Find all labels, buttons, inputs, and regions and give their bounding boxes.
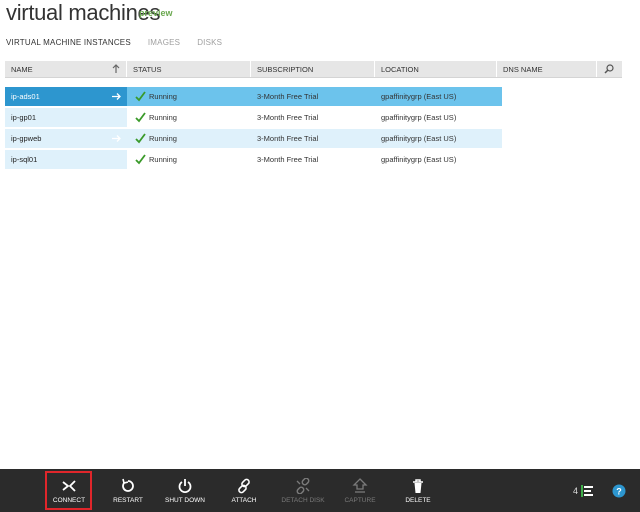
- restart-button[interactable]: RESTART: [110, 469, 146, 512]
- preview-badge: preview: [139, 8, 173, 18]
- tab-bar: VIRTUAL MACHINE INSTANCES IMAGES DISKS: [6, 38, 222, 47]
- status-text: Running: [149, 113, 177, 122]
- tab-images[interactable]: IMAGES: [148, 38, 180, 47]
- check-icon: [135, 91, 146, 102]
- vm-name-cell[interactable]: ip-gp01: [5, 108, 127, 127]
- trash-icon: [413, 479, 423, 493]
- row-details: Running 3-Month Free Trial gpaffinitygrp…: [127, 129, 502, 148]
- vm-name-cell[interactable]: ip-sql01: [5, 150, 127, 169]
- column-header-location[interactable]: LOCATION: [375, 61, 497, 77]
- row-details: Running 3-Month Free Trial gpaffinitygrp…: [127, 87, 502, 106]
- subscription-text: 3-Month Free Trial: [257, 155, 319, 164]
- item-count: 4: [573, 486, 579, 496]
- check-icon: [135, 112, 146, 123]
- connect-button[interactable]: CONNECT: [48, 469, 90, 512]
- column-header-dns-name[interactable]: DNS NAME: [497, 61, 597, 77]
- page-title: virtual machines: [6, 0, 161, 25]
- arrow-right-icon[interactable]: [111, 91, 122, 102]
- command-bar: CONNECT RESTART SHUT DOWN ATTACH DETACH …: [0, 469, 640, 512]
- check-icon: [135, 133, 146, 144]
- vm-name: ip-ads01: [11, 92, 40, 101]
- table-row[interactable]: ip-ads01 Running 3-Month Free Trial gpaf…: [5, 87, 502, 106]
- detach-disk-button[interactable]: DETACH DISK: [278, 469, 328, 512]
- column-header-label: SUBSCRIPTION: [257, 65, 314, 74]
- check-icon: [135, 154, 146, 165]
- row-details: Running 3-Month Free Trial gpaffinitygrp…: [127, 108, 502, 127]
- power-icon: [178, 479, 192, 493]
- delete-label: DELETE: [405, 497, 431, 504]
- tab-virtual-machine-instances[interactable]: VIRTUAL MACHINE INSTANCES: [6, 38, 131, 47]
- location-text: gpaffinitygrp (East US): [381, 92, 457, 101]
- list-icon[interactable]: [580, 484, 594, 498]
- connect-icon: [62, 480, 76, 492]
- vm-name-cell[interactable]: ip-gpweb: [5, 129, 127, 148]
- vm-name: ip-gp01: [11, 113, 37, 122]
- attach-button[interactable]: ATTACH: [226, 469, 262, 512]
- arrow-right-icon[interactable]: [111, 133, 122, 144]
- table-row[interactable]: ip-sql01 Running 3-Month Free Trial gpaf…: [5, 150, 502, 169]
- column-header-label: STATUS: [133, 65, 162, 74]
- status-text: Running: [149, 155, 177, 164]
- subscription-text: 3-Month Free Trial: [257, 92, 319, 101]
- table-row[interactable]: ip-gpweb Running 3-Month Free Trial gpaf…: [5, 129, 502, 148]
- detach-disk-label: DETACH DISK: [281, 497, 325, 504]
- column-header-subscription[interactable]: SUBSCRIPTION: [251, 61, 375, 77]
- svg-text:?: ?: [616, 487, 622, 497]
- connect-label: CONNECT: [52, 497, 86, 504]
- vm-name-cell[interactable]: ip-ads01: [5, 87, 127, 106]
- status-text: Running: [149, 134, 177, 143]
- link-icon: [238, 478, 250, 494]
- column-header-label: NAME: [11, 65, 33, 74]
- restart-icon: [122, 478, 134, 492]
- status-text: Running: [149, 92, 177, 101]
- attach-label: ATTACH: [231, 497, 257, 504]
- row-details: Running 3-Month Free Trial gpaffinitygrp…: [127, 150, 502, 169]
- vm-name: ip-gpweb: [11, 134, 42, 143]
- subscription-text: 3-Month Free Trial: [257, 134, 319, 143]
- location-text: gpaffinitygrp (East US): [381, 113, 457, 122]
- shut-down-label: SHUT DOWN: [165, 497, 205, 504]
- shut-down-button[interactable]: SHUT DOWN: [164, 469, 206, 512]
- capture-button[interactable]: CAPTURE: [342, 469, 378, 512]
- delete-button[interactable]: DELETE: [400, 469, 436, 512]
- column-header-label: DNS NAME: [503, 65, 543, 74]
- column-header-name[interactable]: NAME: [5, 61, 127, 77]
- tab-disks[interactable]: DISKS: [197, 38, 222, 47]
- location-text: gpaffinitygrp (East US): [381, 134, 457, 143]
- sort-ascending-icon[interactable]: [110, 63, 122, 75]
- capture-icon: [352, 478, 368, 493]
- table-row[interactable]: ip-gp01 Running 3-Month Free Trial gpaff…: [5, 108, 502, 127]
- unlink-icon: [296, 478, 310, 494]
- search-icon[interactable]: [603, 63, 615, 75]
- subscription-text: 3-Month Free Trial: [257, 113, 319, 122]
- location-text: gpaffinitygrp (East US): [381, 155, 457, 164]
- vm-name: ip-sql01: [11, 155, 38, 164]
- grid-header: NAME STATUS SUBSCRIPTION LOCATION DNS NA…: [5, 61, 622, 78]
- column-header-status[interactable]: STATUS: [127, 61, 251, 77]
- column-header-label: LOCATION: [381, 65, 419, 74]
- capture-label: CAPTURE: [344, 497, 376, 504]
- restart-label: RESTART: [113, 497, 143, 504]
- help-icon[interactable]: ?: [612, 484, 626, 498]
